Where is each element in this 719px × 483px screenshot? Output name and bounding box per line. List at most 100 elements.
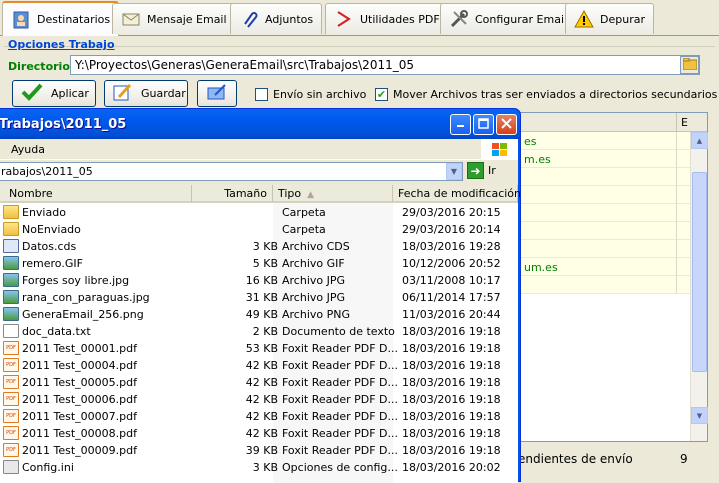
file-row[interactable]: NoEnviado Carpeta 29/03/2016 20:14 [0,221,518,238]
file-name-cell: PDF 2011 Test_00004.pdf [3,358,137,372]
file-row[interactable]: doc_data.txt 2 KB Documento de texto 18/03/… [0,323,518,340]
scroll-thumb[interactable] [692,172,707,372]
scroll-down-arrow-icon[interactable]: ▼ [691,407,708,424]
file-size-cell: 42 KB [245,427,278,440]
file-type-cell: Opciones de config... [282,461,398,474]
file-row[interactable]: Forges soy libre.jpg 16 KB Archivo JPG 03/1… [0,272,518,289]
file-row[interactable]: Config.ini 3 KB Opciones de config... 18/03… [0,459,518,476]
minimize-button[interactable] [450,114,471,135]
column-header-date[interactable]: Fecha de modificación [393,185,521,202]
file-type-cell: Archivo JPG [282,291,346,304]
file-size-cell: 39 KB [245,444,278,457]
tab-configurar-email[interactable]: Configurar Email [440,3,577,34]
file-row[interactable]: PDF 2011 Test_00001.pdf 53 KB Foxit Reader … [0,340,518,357]
browse-folder-button[interactable] [680,56,699,74]
file-name-cell: NoEnviado [3,222,81,236]
file-date-cell: 29/03/2016 20:14 [402,223,501,236]
file-row[interactable]: PDF 2011 Test_00006.pdf 42 KB Foxit Reader … [0,391,518,408]
file-row[interactable]: GeneraEmail_256.png 49 KB Archivo PNG 11/03… [0,306,518,323]
file-row[interactable]: PDF 2011 Test_00007.pdf 42 KB Foxit Reader … [0,408,518,425]
file-row[interactable]: PDF 2011 Test_00005.pdf 42 KB Foxit Reader … [0,374,518,391]
close-button[interactable] [496,114,517,135]
file-row[interactable]: Enviado Carpeta 29/03/2016 20:15 [0,204,518,221]
pdf-file-icon: PDF [3,443,19,457]
file-name-cell: PDF 2011 Test_00001.pdf [3,341,137,355]
file-name-cell: Datos.cds [3,239,76,253]
checkbox-box[interactable] [255,88,268,101]
pdf-file-icon: PDF [3,426,19,440]
file-type-cell: Archivo JPG [282,274,346,287]
sort-ascending-icon: ▲ [307,190,315,200]
address-input[interactable]: rabajos\2011_05 [0,162,463,181]
tab-destinatarios[interactable]: Destinatarios [2,1,120,36]
file-type-cell: Foxit Reader PDF D... [282,444,399,457]
directory-input[interactable]: Y:\Proyectos\Generas\GeneraEmail\src\Tra… [70,55,700,75]
file-type-cell: Carpeta [282,206,326,219]
file-size-cell: 42 KB [245,393,278,406]
explorer-window[interactable]: Trabajos\2011_05 Ayuda rabajos\2011_05 ▼… [0,108,521,483]
close-icon [501,117,512,132]
tab-depurar[interactable]: Depurar [565,3,654,34]
file-row[interactable]: PDF 2011 Test_00004.pdf 42 KB Foxit Reader … [0,357,518,374]
save-edit-icon [113,83,133,104]
explorer-title-bar[interactable]: Trabajos\2011_05 [0,109,520,139]
img-file-icon [3,307,19,321]
column-header-size[interactable]: Tamaño [192,185,273,202]
file-row[interactable]: Datos.cds 3 KB Archivo CDS 18/03/2016 19:28 [0,238,518,255]
file-type-cell: Foxit Reader PDF D... [282,342,399,355]
file-date-cell: 18/03/2016 19:18 [402,359,501,372]
go-button[interactable]: ➜ Ir [467,162,496,179]
tab-label: Configurar Email [475,12,568,26]
file-name-cell: Config.ini [3,460,74,474]
file-row[interactable]: remero.GIF 5 KB Archivo GIF 10/12/2006 20:5… [0,255,518,272]
vertical-scrollbar[interactable]: ▲ ▼ [690,132,708,441]
cds-file-icon [3,239,19,253]
file-row[interactable]: PDF 2011 Test_00009.pdf 39 KB Foxit Reader … [0,442,518,459]
paperclip-icon [239,9,259,29]
file-type-cell: Foxit Reader PDF D... [282,410,399,423]
address-dropdown-arrow-icon[interactable]: ▼ [446,163,462,180]
maximize-button[interactable] [473,114,494,135]
pdf-file-icon: PDF [3,358,19,372]
file-size-cell: 42 KB [245,410,278,423]
checkbox-box-checked[interactable]: ✔ [375,88,388,101]
file-name-cell: GeneraEmail_256.png [3,307,144,321]
checkbox-label: Envío sin archivo [273,88,367,101]
file-date-cell: 10/12/2006 20:52 [402,257,501,270]
file-size-cell: 2 KB [252,325,278,338]
warning-icon [574,9,594,29]
file-name-cell: PDF 2011 Test_00008.pdf [3,426,137,440]
file-date-cell: 18/03/2016 19:18 [402,427,501,440]
tab-utilidades-pdf[interactable]: Utilidades PDF [325,3,449,34]
column-header-type[interactable]: Tipo ▲ [273,185,393,202]
tab-mensaje-email[interactable]: Mensaje Email [112,3,236,34]
checkbox-mover-archivos[interactable]: ✔ Mover Archivos tras ser enviados a dir… [375,88,717,101]
file-type-cell: Archivo PNG [282,308,351,321]
column-header[interactable]: E [676,113,709,132]
address-bar: rabajos\2011_05 ▼ ➜ Ir [0,160,518,185]
tab-label: Destinatarios [37,13,111,26]
file-name-cell: Enviado [3,205,66,219]
file-name-cell: PDF 2011 Test_00005.pdf [3,375,137,389]
file-row[interactable]: rana_con_paraguas.jpg 31 KB Archivo JPG 06/… [0,289,518,306]
file-type-cell: Archivo GIF [282,257,345,270]
checkbox-label: Mover Archivos tras ser enviados a direc… [393,88,718,101]
file-date-cell: 18/03/2016 20:02 [402,461,501,474]
pending-count: 9 [680,452,688,466]
save-button[interactable]: Guardar [104,80,188,107]
checkbox-envio-sin-archivo[interactable]: Envío sin archivo [255,88,366,101]
column-header-name[interactable]: Nombre [0,185,192,202]
file-type-cell: Foxit Reader PDF D... [282,376,399,389]
file-row[interactable]: PDF 2011 Test_00008.pdf 42 KB Foxit Reader … [0,425,518,442]
file-type-cell: Foxit Reader PDF D... [282,359,399,372]
menu-item-ayuda[interactable]: Ayuda [11,143,45,156]
folder-file-icon [3,205,19,219]
file-date-cell: 18/03/2016 19:18 [402,393,501,406]
file-list[interactable]: Nombre Tamaño Tipo ▲ Fecha de modificació… [0,185,521,483]
scroll-up-arrow-icon[interactable]: ▲ [691,132,708,149]
tab-label: Depurar [600,12,645,26]
file-name-cell: PDF 2011 Test_00007.pdf [3,409,137,423]
tab-adjuntos[interactable]: Adjuntos [230,3,323,34]
open-folder-button[interactable] [197,80,237,107]
apply-button[interactable]: Aplicar [12,80,96,107]
